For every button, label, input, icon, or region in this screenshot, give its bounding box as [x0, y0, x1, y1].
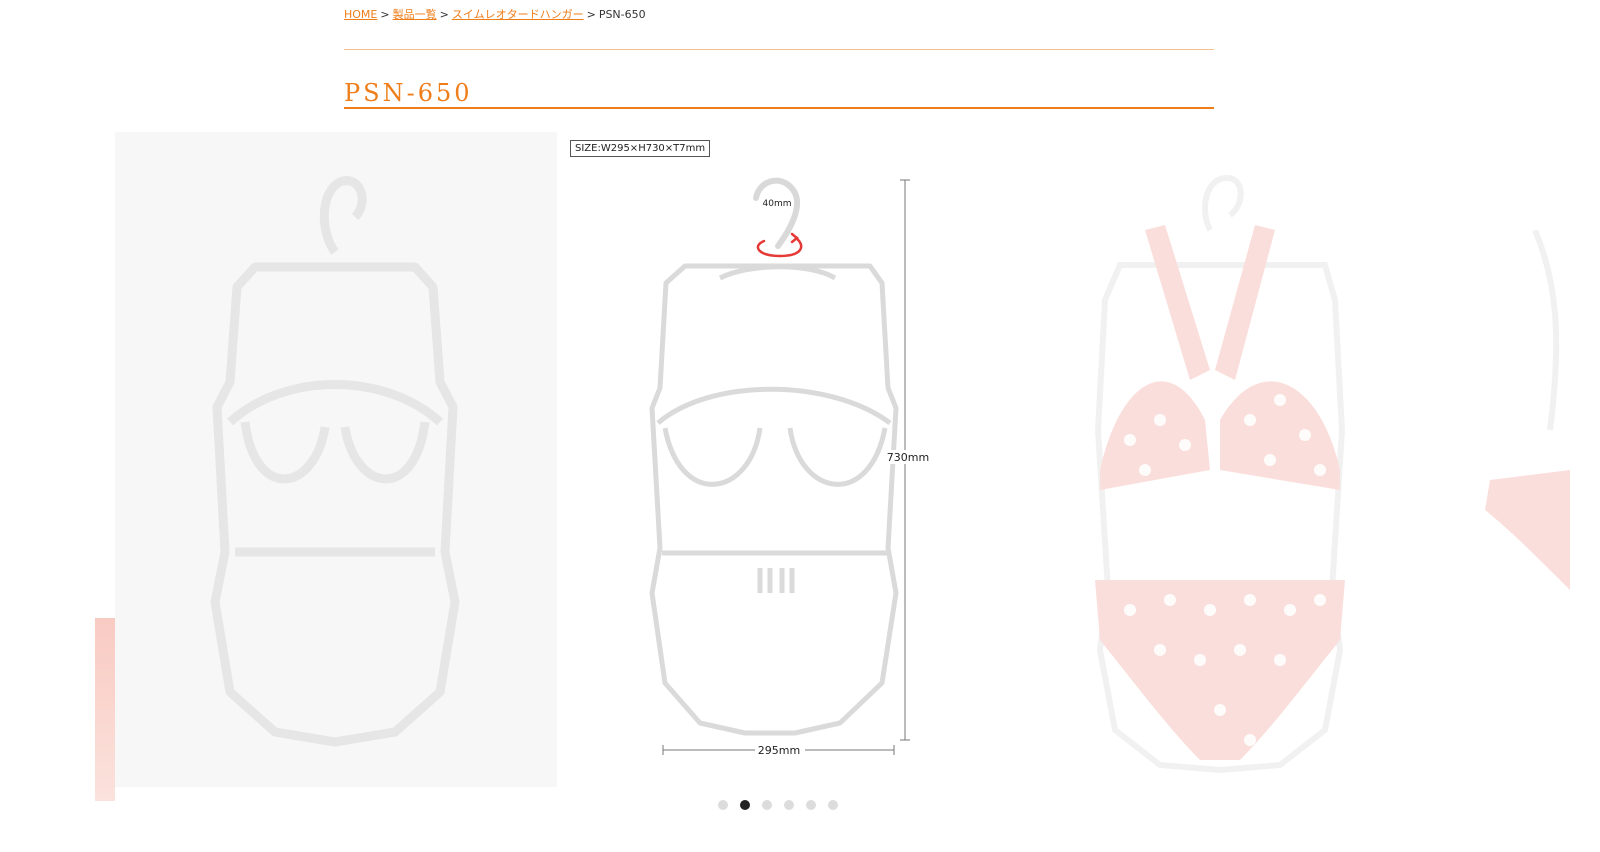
breadcrumb: HOME > 製品一覧 > スイムレオタードハンガー > PSN-650	[344, 6, 646, 22]
swimsuit-on-hanger-image	[1094, 175, 1346, 774]
carousel-pagination	[718, 800, 838, 810]
hook-dimension-label: 40mm	[763, 199, 792, 209]
carousel-previous-slide-edge[interactable]	[95, 618, 115, 801]
hanger-hook	[753, 177, 800, 249]
next-slide-image	[1485, 230, 1570, 590]
hanger-body	[649, 263, 899, 736]
breadcrumb-products-link[interactable]: 製品一覧	[393, 8, 437, 21]
carousel-dot[interactable]	[718, 800, 728, 810]
carousel-slide-hanger-photo[interactable]	[115, 132, 557, 787]
carousel-dot[interactable]	[740, 800, 750, 810]
product-image-carousel[interactable]: SIZE:W295×H730×T7mm 40mm 730mm 295mm	[0, 120, 1600, 820]
size-badge: SIZE:W295×H730×T7mm	[570, 140, 711, 157]
title-bottom-divider	[344, 107, 1214, 109]
hanger-photo-image	[210, 176, 460, 747]
breadcrumb-home-link[interactable]: HOME	[344, 8, 377, 21]
hanger-dimension-drawing: 40mm 730mm 295mm	[649, 177, 929, 758]
carousel-dot[interactable]	[828, 800, 838, 810]
breadcrumb-current: PSN-650	[598, 8, 646, 21]
carousel-slide-swimsuit-photo[interactable]	[1090, 170, 1350, 780]
carousel-slide-dimension-drawing[interactable]: SIZE:W295×H730×T7mm 40mm 730mm 295mm	[570, 138, 950, 783]
width-dimension-label: 295mm	[758, 744, 800, 757]
page-title: PSN-650	[344, 79, 473, 108]
carousel-dot[interactable]	[806, 800, 816, 810]
carousel-dot[interactable]	[784, 800, 794, 810]
breadcrumb-category-link[interactable]: スイムレオタードハンガー	[452, 8, 584, 21]
breadcrumb-separator: >	[586, 8, 596, 21]
title-top-divider	[344, 49, 1214, 50]
carousel-dot[interactable]	[762, 800, 772, 810]
breadcrumb-separator: >	[380, 8, 390, 21]
carousel-next-slide-edge[interactable]	[1480, 230, 1570, 650]
breadcrumb-separator: >	[439, 8, 449, 21]
height-dimension-label: 730mm	[887, 451, 929, 464]
